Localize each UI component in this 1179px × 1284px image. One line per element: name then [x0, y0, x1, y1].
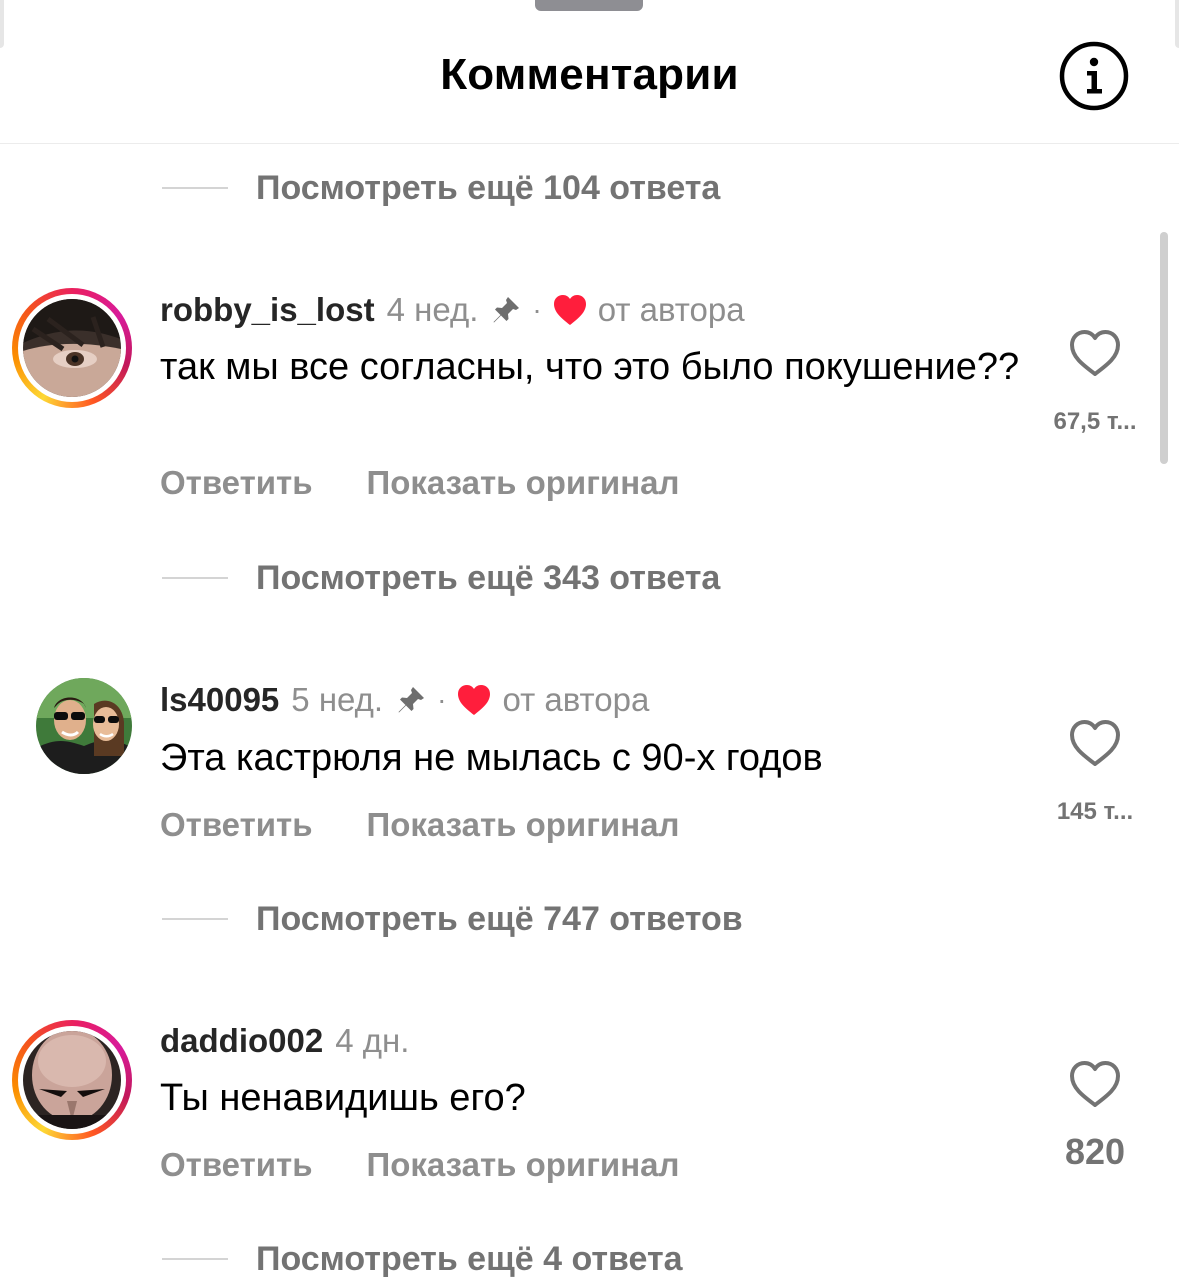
comment-text: Ты ненавидишь его?	[160, 1077, 526, 1119]
pin-icon	[398, 687, 425, 713]
comment-text: так мы все согласны, что это было покуше…	[160, 346, 1020, 388]
avatar[interactable]	[36, 678, 132, 774]
separator: ·	[532, 294, 542, 325]
avatar-image	[23, 299, 121, 397]
show-original-button[interactable]: Показать оригинал	[367, 1146, 680, 1184]
comment-time: 5 нед.	[291, 681, 384, 718]
sheet-grabber[interactable]	[535, 0, 643, 11]
reply-button[interactable]: Ответить	[160, 806, 313, 844]
username[interactable]: ls40095	[160, 681, 279, 719]
username[interactable]: robby_is_lost	[160, 291, 375, 329]
pin-icon	[493, 297, 520, 323]
page-title: Комментарии	[440, 50, 739, 99]
like-count: 145 т...	[1056, 798, 1134, 825]
avatar-image	[23, 1031, 121, 1129]
replies-divider	[162, 1258, 228, 1260]
like-count: 820	[1064, 1131, 1126, 1172]
comment-time: 4 нед.	[386, 291, 479, 328]
scrollbar[interactable]	[1160, 232, 1168, 464]
replies-divider	[162, 187, 228, 189]
liked-by-author-label: от автора	[502, 681, 650, 718]
comments-header: Комментарии	[0, 0, 1179, 144]
like-count: 67,5 т...	[1053, 408, 1137, 435]
comment-meta: ls40095 5 нед. · от автора	[160, 678, 649, 722]
show-original-button[interactable]: Показать оригинал	[367, 464, 680, 502]
comment-text: Эта кастрюля не мылась с 90-х годов	[160, 737, 823, 779]
view-more-replies[interactable]: Посмотреть ещё 343 ответа	[162, 553, 720, 603]
view-more-replies-label: Посмотреть ещё 747 ответов	[256, 899, 743, 938]
avatar[interactable]	[12, 288, 132, 408]
comment-actions: Ответить Показать оригинал	[160, 806, 679, 844]
replies-divider	[162, 918, 228, 920]
view-more-replies[interactable]: Посмотреть ещё 4 ответа	[162, 1234, 683, 1284]
view-more-replies-top[interactable]: Посмотреть ещё 104 ответа	[162, 163, 720, 213]
view-more-replies-label: Посмотреть ещё 4 ответа	[256, 1239, 683, 1278]
username[interactable]: daddio002	[160, 1022, 323, 1060]
liked-by-author-label: от автора	[597, 291, 745, 328]
comment-meta: daddio002 4 дн.	[160, 1019, 409, 1063]
heart-outline-icon[interactable]	[1068, 1059, 1122, 1109]
heart-outline-icon[interactable]	[1068, 328, 1122, 378]
comment-time: 4 дн.	[335, 1022, 410, 1059]
reply-button[interactable]: Ответить	[160, 1146, 313, 1184]
view-more-replies-label: Посмотреть ещё 104 ответа	[256, 168, 721, 207]
heart-outline-icon[interactable]	[1068, 718, 1122, 768]
comment-actions: Ответить Показать оригинал	[160, 464, 679, 502]
info-icon[interactable]	[1058, 40, 1130, 112]
view-more-replies[interactable]: Посмотреть ещё 747 ответов	[162, 894, 743, 944]
reply-button[interactable]: Ответить	[160, 464, 313, 502]
avatar[interactable]	[12, 1020, 132, 1140]
heart-filled-icon	[458, 685, 491, 715]
replies-divider	[162, 577, 228, 579]
comment-actions: Ответить Показать оригинал	[160, 1146, 679, 1184]
heart-filled-icon	[553, 295, 586, 325]
comment-meta: robby_is_lost 4 нед. · от автора	[160, 288, 745, 332]
show-original-button[interactable]: Показать оригинал	[367, 806, 680, 844]
separator: ·	[437, 684, 447, 715]
view-more-replies-label: Посмотреть ещё 343 ответа	[256, 558, 721, 597]
